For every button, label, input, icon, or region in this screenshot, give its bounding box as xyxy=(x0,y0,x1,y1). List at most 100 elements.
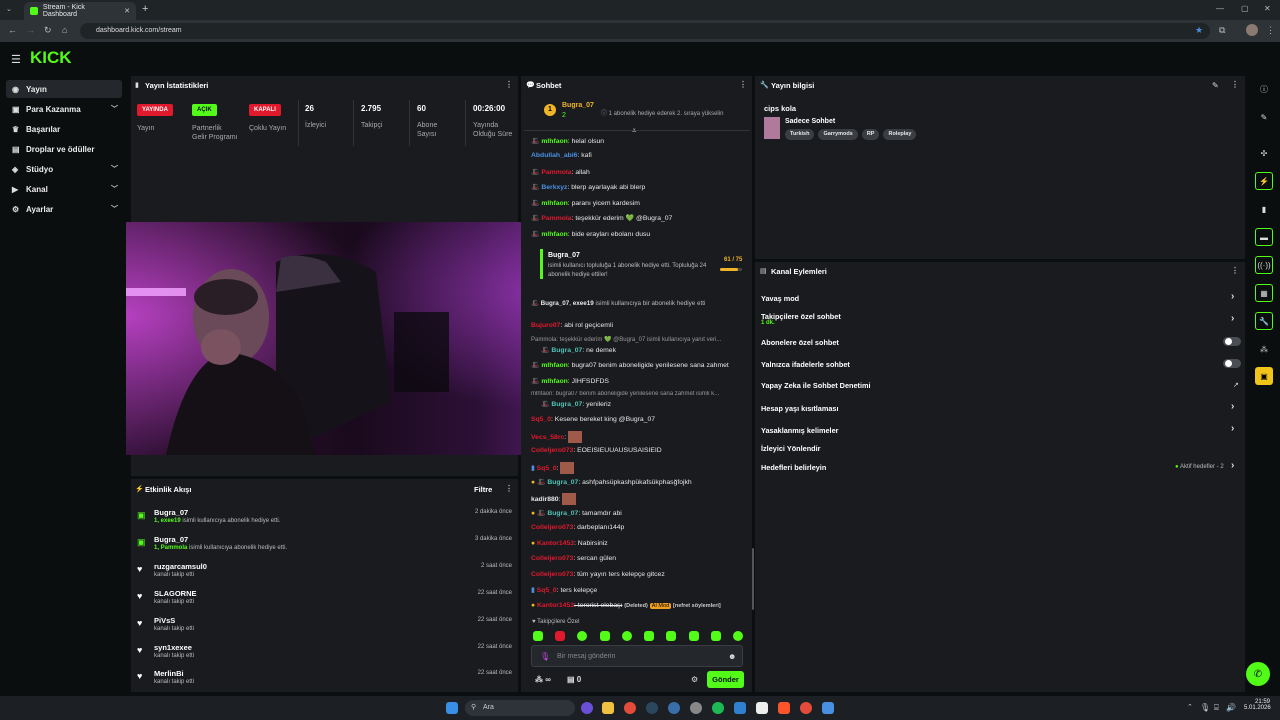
start-icon[interactable] xyxy=(446,702,458,714)
grid-icon[interactable]: ▦ xyxy=(1255,284,1273,302)
pencil-icon[interactable]: ✎ xyxy=(1255,108,1273,126)
url-field[interactable]: dashboard.kick.com/stream xyxy=(80,23,1210,39)
help-chat-icon[interactable]: ✆ xyxy=(1246,662,1270,686)
event-user[interactable]: MerlinBi xyxy=(154,669,184,678)
sidebar-item-kanal[interactable]: ▶ Kanal ﹀ xyxy=(6,180,122,198)
profile-avatar[interactable] xyxy=(1246,24,1258,36)
chevron-right-icon[interactable]: › xyxy=(1231,401,1234,412)
extensions-icon[interactable]: ⧉ xyxy=(1219,25,1225,36)
kick-logo[interactable]: KICK xyxy=(30,48,72,68)
tray-chevron-icon[interactable]: ⌃ xyxy=(1187,703,1193,711)
volume-icon[interactable]: 🔊 xyxy=(1226,703,1236,712)
points-indicator[interactable]: ⁂ ∞ xyxy=(535,675,551,684)
file-explorer-icon[interactable] xyxy=(602,702,614,714)
sidebar-item-studyo[interactable]: ◈ Stüdyo ﹀ xyxy=(6,160,122,178)
brave-icon[interactable] xyxy=(778,702,790,714)
taskbar-app-icon[interactable] xyxy=(668,702,680,714)
back-icon[interactable]: ← xyxy=(8,25,17,35)
emote-icon[interactable] xyxy=(710,631,721,641)
chrome-active-icon[interactable] xyxy=(800,702,812,714)
chevron-right-icon[interactable]: › xyxy=(1231,291,1234,302)
sidebar-item-ayarlar[interactable]: ⚙ Ayarlar ﹀ xyxy=(6,200,122,218)
taskbar-app-icon[interactable] xyxy=(822,702,834,714)
collapse-icon[interactable]: ⩡ xyxy=(632,126,637,136)
microphone-icon[interactable]: 🎙 xyxy=(540,652,550,661)
external-link-icon[interactable]: ↗ xyxy=(1233,381,1239,389)
chrome-icon[interactable] xyxy=(624,702,636,714)
taskbar-app-icon[interactable] xyxy=(756,702,768,714)
emote-icon[interactable] xyxy=(577,631,588,641)
sidebar-item-basarilar[interactable]: ♛ Başarılar xyxy=(6,120,122,138)
send-button[interactable]: Gönder xyxy=(707,671,744,688)
taskbar-app-icon[interactable] xyxy=(581,702,593,714)
stream-info-menu-icon[interactable]: ⋮ xyxy=(1231,80,1239,89)
emote-icon[interactable] xyxy=(732,631,743,641)
home-icon[interactable]: ⌂ xyxy=(62,25,67,35)
network-icon[interactable]: ⌸ xyxy=(1214,703,1219,713)
chevron-right-icon[interactable]: › xyxy=(1231,460,1234,471)
chat-input[interactable]: 🎙 Bir mesaj gönderin ☻ xyxy=(531,645,743,667)
chat-menu-icon[interactable]: ⋮ xyxy=(739,80,747,89)
tag[interactable]: Roleplay xyxy=(883,129,917,140)
event-user[interactable]: ruzgarcamsul0 xyxy=(154,562,207,571)
crosshair-icon[interactable]: ✣ xyxy=(1255,144,1273,162)
sidebar-item-yayin[interactable]: ◉ Yayın xyxy=(6,80,122,98)
minimize-icon[interactable]: — xyxy=(1216,4,1224,13)
event-user[interactable]: syn1xexee xyxy=(154,643,192,652)
ai-moderation-row[interactable]: Yapay Zeka ile Sohbet Denetimi xyxy=(761,381,871,390)
event-filter-button[interactable]: Filtre xyxy=(474,485,492,494)
tag[interactable]: Garrymods xyxy=(818,129,858,140)
chat-scrollbar[interactable] xyxy=(752,548,754,610)
hamburger-menu-icon[interactable]: ☰ xyxy=(11,53,21,66)
lightning-icon[interactable]: ⚡ xyxy=(1255,172,1273,190)
emote-icon[interactable] xyxy=(621,631,632,641)
channel-actions-menu-icon[interactable]: ⋮ xyxy=(1231,266,1239,275)
event-user[interactable]: Bugra_07 xyxy=(154,508,188,517)
app-icon[interactable]: ▣ xyxy=(1255,367,1273,385)
account-age-row[interactable]: Hesap yaşı kısıtlaması xyxy=(761,404,838,413)
emote-icon[interactable] xyxy=(688,631,699,641)
info-icon[interactable]: ⓘ xyxy=(1255,80,1273,98)
emote-icon[interactable] xyxy=(555,631,566,641)
forward-icon[interactable]: → xyxy=(26,25,35,35)
event-user[interactable]: PiVsS xyxy=(154,616,175,625)
event-user[interactable]: SLAGORNE xyxy=(154,589,197,598)
event-menu-icon[interactable]: ⋮ xyxy=(505,484,513,493)
chat-bubble-icon[interactable]: ▬ xyxy=(1255,228,1273,246)
stats-menu-icon[interactable]: ⋮ xyxy=(505,80,513,89)
category-name[interactable]: Sadece Sohbet xyxy=(785,118,835,125)
new-tab-icon[interactable]: + xyxy=(142,3,148,15)
tag[interactable]: Turkish xyxy=(785,129,815,140)
tag[interactable]: RP xyxy=(861,129,880,140)
bookmark-star-icon[interactable]: ★ xyxy=(1195,25,1203,36)
broadcast-signal-icon[interactable]: ((·)) xyxy=(1255,256,1273,274)
close-tab-icon[interactable]: ✕ xyxy=(124,7,130,15)
tool-icon[interactable]: 🔧 xyxy=(1255,312,1273,330)
emote-only-toggle[interactable] xyxy=(1223,359,1241,368)
taskbar-app-icon[interactable] xyxy=(690,702,702,714)
emote-icon[interactable] xyxy=(666,631,677,641)
spotify-icon[interactable] xyxy=(712,702,724,714)
emote-icon[interactable] xyxy=(599,631,610,641)
chat-count-indicator[interactable]: ▤ 0 xyxy=(567,675,581,684)
sidebar-item-para-kazanma[interactable]: ▣ Para Kazanma ﹀ xyxy=(6,100,122,118)
emote-icon[interactable] xyxy=(533,631,543,641)
emoji-picker-icon[interactable]: ☻ xyxy=(728,652,736,661)
chat-settings-icon[interactable]: ⚙ xyxy=(691,675,698,684)
browser-tab[interactable]: Stream - Kick Dashboard ✕ xyxy=(24,2,136,20)
maximize-icon[interactable]: ▢ xyxy=(1241,4,1249,13)
chevron-right-icon[interactable]: › xyxy=(1231,423,1234,434)
vscode-icon[interactable] xyxy=(734,702,746,714)
edit-pencil-icon[interactable]: ✎ xyxy=(1212,81,1219,90)
document-icon[interactable]: ▮ xyxy=(1255,200,1273,218)
reload-icon[interactable]: ↻ xyxy=(44,25,52,36)
browser-menu-icon[interactable]: ⋮ xyxy=(1266,25,1275,36)
share-icon[interactable]: ⁂ xyxy=(1255,340,1273,358)
stream-preview-video[interactable] xyxy=(126,222,542,455)
taskbar-search[interactable]: ⚲ Ara xyxy=(465,700,575,716)
close-window-icon[interactable]: ✕ xyxy=(1264,4,1271,13)
taskbar-clock[interactable]: 21:59 5.01.2026 xyxy=(1244,699,1271,711)
sidebar-item-droplar[interactable]: ▤ Droplar ve ödüller xyxy=(6,140,122,158)
tab-list-icon[interactable]: ⌄ xyxy=(6,5,12,13)
slow-mode-row[interactable]: Yavaş mod xyxy=(761,294,799,303)
